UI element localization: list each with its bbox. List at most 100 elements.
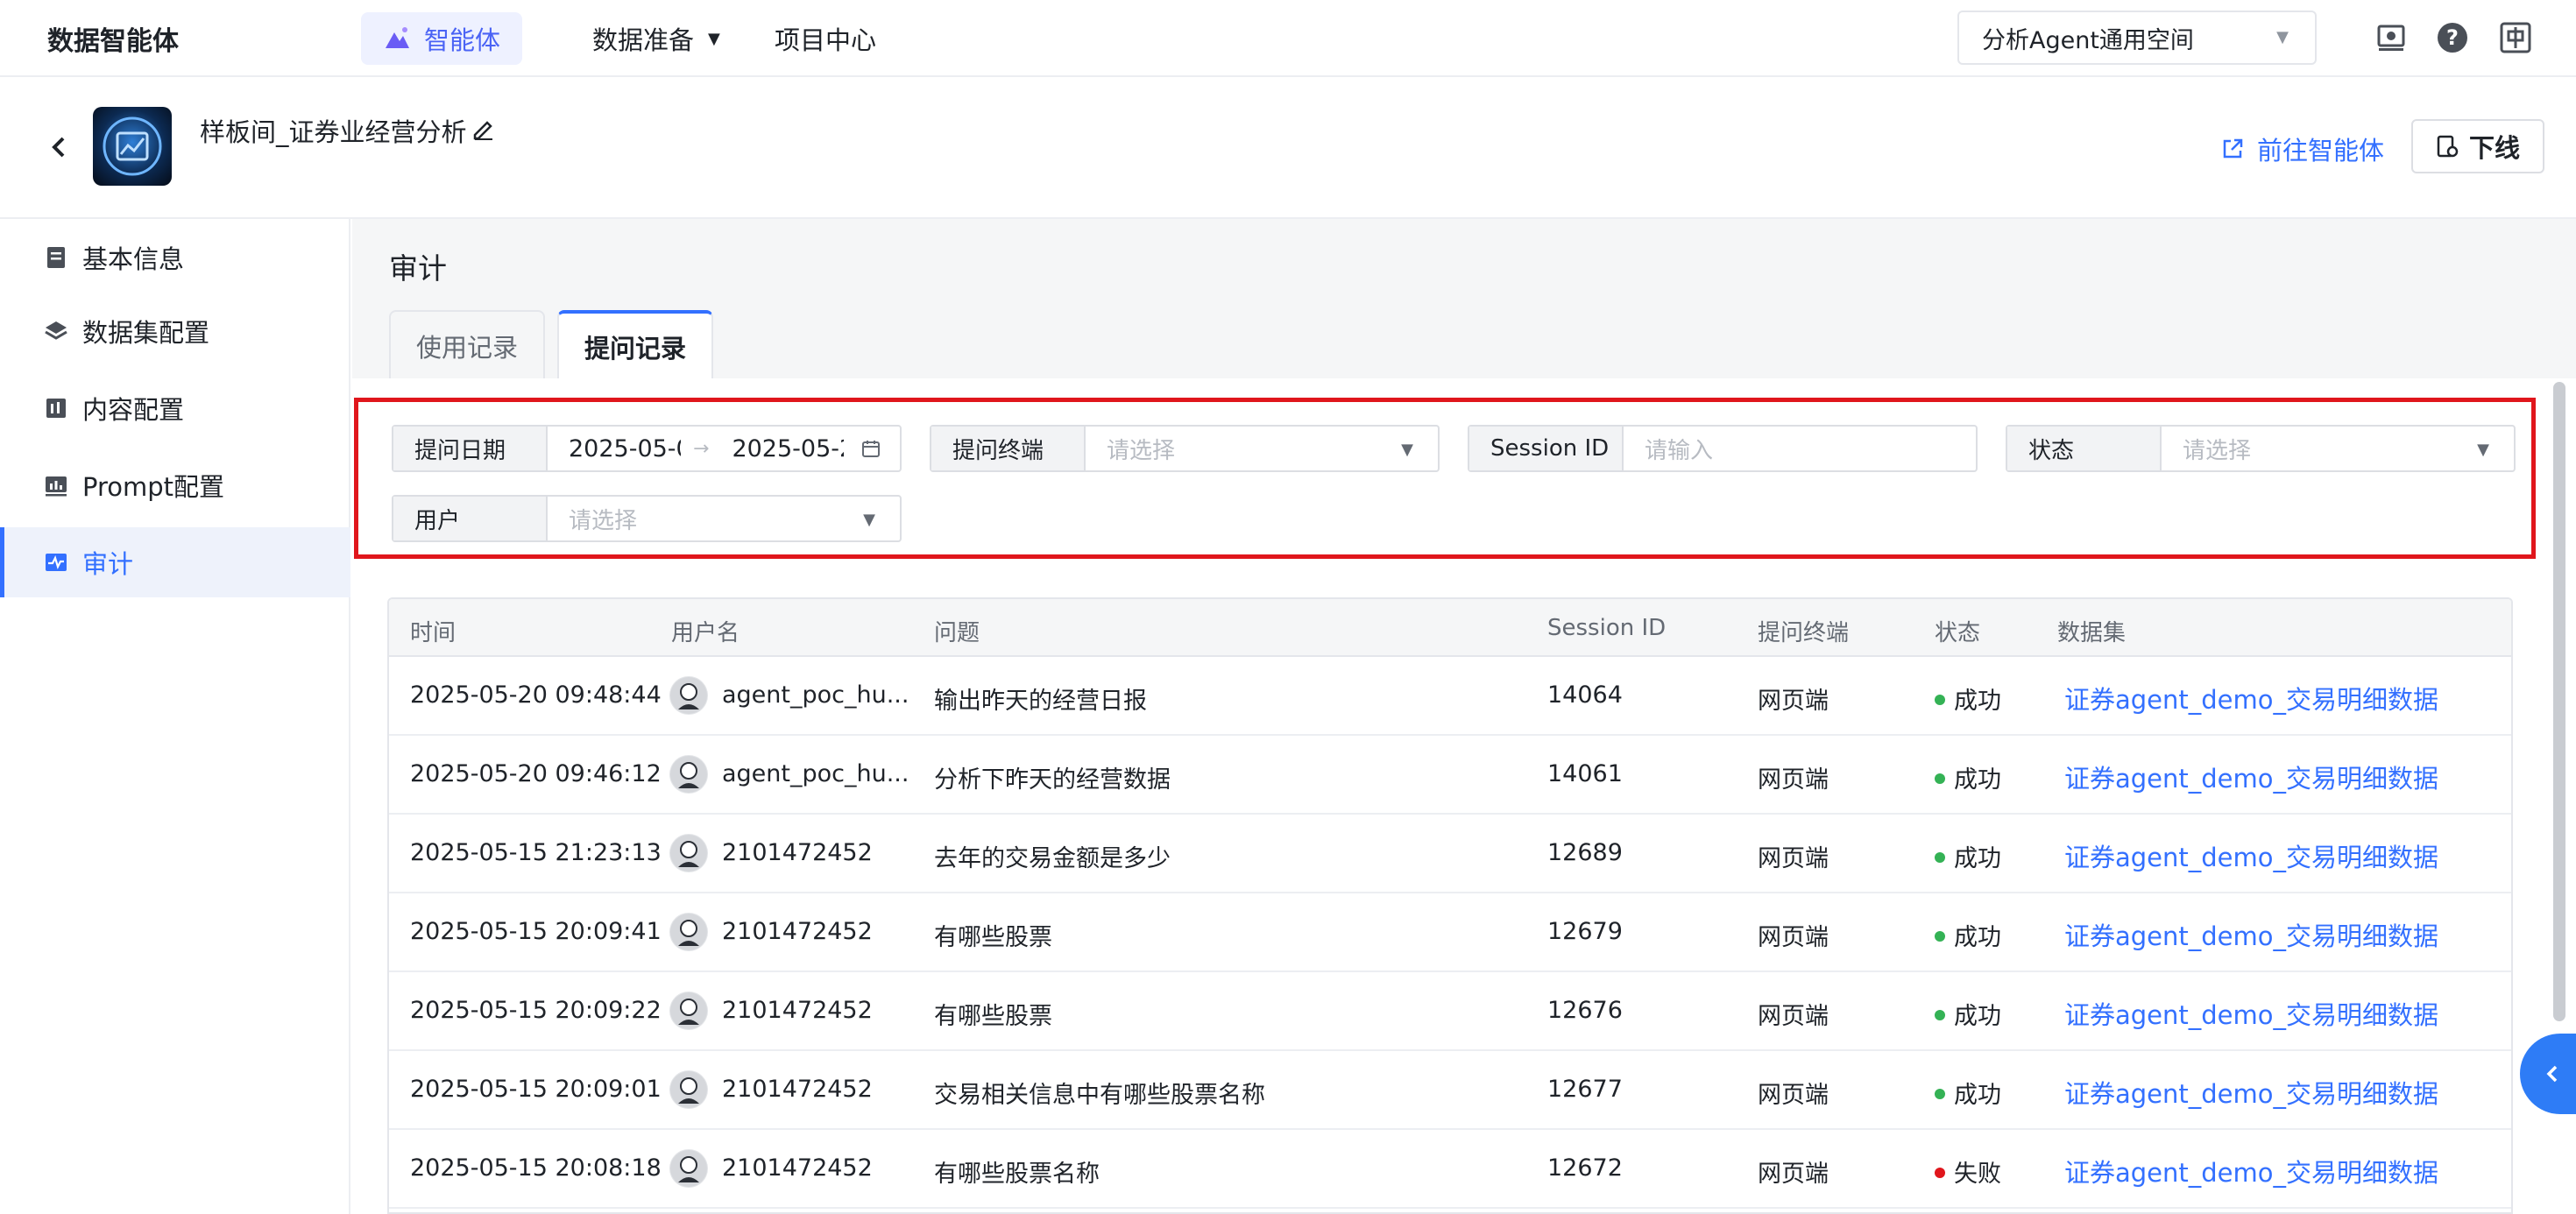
cell-username: agent_poc_hu... (722, 760, 909, 787)
sidebar-item-basic-info[interactable]: 基本信息 (0, 222, 350, 293)
table-row[interactable]: 2025-05-15 20:09:22 2101472452 有哪些股票 12676 网… (389, 972, 2511, 1051)
column-header-status: 状态 (1935, 620, 1981, 646)
chevron-down-icon: ▼ (863, 511, 875, 529)
cell-dataset-link[interactable]: 证券agent_demo_交易明细数据 (2064, 916, 2438, 953)
back-arrow-icon[interactable] (44, 128, 74, 166)
filter-label: 提问日期 (393, 427, 548, 470)
table-row[interactable]: 2025-05-15 20:09:41 2101472452 有哪些股票 12679 网… (389, 893, 2511, 972)
cell-time: 2025-05-15 20:09:22 (410, 997, 662, 1024)
user-filter[interactable]: 用户 请选择 ▼ (392, 495, 902, 542)
session-id-filter[interactable]: Session ID 请输入 (1468, 425, 1978, 472)
cell-status: 成功 (1935, 760, 2001, 794)
status-label: 失败 (1954, 1161, 2001, 1188)
sidebar-item-audit[interactable]: 审计 (0, 527, 350, 597)
layers-icon (45, 321, 67, 340)
chevron-left-icon (2546, 1065, 2558, 1083)
table-row[interactable]: 2025-05-20 09:48:44 agent_poc_hu... 输出昨天的经… (389, 657, 2511, 736)
tab-question-records[interactable]: 提问记录 (557, 310, 713, 380)
nav-data-prep[interactable]: 数据准备 ▼ (592, 12, 720, 65)
cell-question: 交易相关信息中有哪些股票名称 (934, 1082, 1265, 1109)
cell-dataset-link[interactable]: 证券agent_demo_交易明细数据 (2064, 837, 2438, 874)
status-filter[interactable]: 状态 请选择 ▼ (2006, 425, 2516, 472)
filter-label: 提问终端 (931, 427, 1086, 470)
cell-question: 有哪些股票名称 (934, 1161, 1100, 1188)
status-label: 成功 (1954, 845, 2001, 872)
document-icon (47, 247, 65, 268)
end-date[interactable]: 2025-05-2 (732, 435, 844, 462)
cell-dataset-link[interactable]: 证券agent_demo_交易明细数据 (2064, 680, 2438, 716)
space-select[interactable]: 分析Agent通用空间 ▼ (1957, 11, 2317, 65)
table-row[interactable]: 2025-05-15 20:08:18 2101472452 有哪些股票名称 1267… (389, 1130, 2511, 1209)
cell-status: 成功 (1935, 918, 2001, 952)
cell-time: 2025-05-15 21:23:13 (410, 839, 662, 866)
chart-icon (46, 476, 67, 497)
table-row[interactable]: 2025-05-15 20:09:01 2101472452 交易相关信息中有哪些股… (389, 1051, 2511, 1130)
user-select[interactable]: 请选择 ▼ (548, 497, 900, 540)
cell-question: 有哪些股票 (934, 924, 1052, 951)
status-label: 成功 (1954, 1082, 2001, 1109)
cell-dataset-link[interactable]: 证券agent_demo_交易明细数据 (2064, 995, 2438, 1032)
table-header: 时间 用户名 问题 Session ID 提问终端 状态 数据集 (389, 599, 2511, 657)
sidebar-item-content-config[interactable]: 内容配置 (0, 373, 350, 443)
cell-terminal: 网页端 (1758, 924, 1829, 951)
tab-label: 使用记录 (415, 333, 518, 363)
cell-time: 2025-05-15 20:08:18 (410, 1154, 662, 1182)
status-label: 成功 (1954, 1003, 2001, 1030)
cell-question: 输出昨天的经营日报 (934, 688, 1147, 715)
screen-icon[interactable] (2374, 21, 2408, 54)
chevron-down-icon: ▼ (2276, 28, 2289, 46)
cell-dataset-link[interactable]: 证券agent_demo_交易明细数据 (2064, 1153, 2438, 1189)
filter-label: 状态 (2007, 427, 2162, 470)
cell-session-id: 12677 (1547, 1076, 1623, 1103)
goto-agent-link[interactable]: 前往智能体 (2220, 130, 2384, 168)
table-row[interactable]: 2025-05-20 09:46:12 agent_poc_hu... 分析下昨天的… (389, 736, 2511, 815)
cell-terminal: 网页端 (1758, 1082, 1829, 1109)
status-dot-icon (1935, 1009, 1945, 1020)
cell-terminal: 网页端 (1758, 766, 1829, 794)
chevron-down-icon: ▼ (2477, 441, 2489, 459)
column-header-question: 问题 (934, 620, 980, 646)
language-icon[interactable] (2499, 21, 2532, 54)
cell-dataset-link[interactable]: 证券agent_demo_交易明细数据 (2064, 1074, 2438, 1111)
input-placeholder: 请输入 (1645, 437, 1714, 464)
section-title: 审计 (389, 251, 447, 286)
cell-session-id: 12689 (1547, 839, 1623, 866)
vertical-scrollbar[interactable] (2553, 382, 2565, 1021)
select-placeholder: 请选择 (569, 507, 638, 534)
session-id-input[interactable]: 请输入 (1624, 427, 1976, 470)
date-range-filter[interactable]: 提问日期 2025-05-0 → 2025-05-2 (392, 425, 902, 472)
content-icon (46, 399, 66, 418)
sidebar-item-dataset-config[interactable]: 数据集配置 (0, 296, 350, 366)
nav-agent[interactable]: 智能体 (361, 12, 522, 65)
brand-title: 数据智能体 (47, 26, 179, 57)
cell-terminal: 网页端 (1758, 688, 1829, 715)
edit-icon[interactable] (470, 116, 496, 142)
tab-usage-records[interactable]: 使用记录 (389, 310, 545, 380)
terminal-filter[interactable]: 提问终端 请选择 ▼ (930, 425, 1440, 472)
top-navigation-bar: 数据智能体 智能体 数据准备 ▼ 项目中心 分析Agent通用空间 ▼ ? (0, 0, 2576, 77)
sidebar-item-prompt-config[interactable]: Prompt配置 (0, 450, 350, 520)
nav-project-center[interactable]: 项目中心 (775, 12, 876, 65)
cell-dataset-link[interactable]: 证券agent_demo_交易明细数据 (2064, 759, 2438, 795)
cell-session-id: 14064 (1547, 681, 1623, 709)
select-placeholder: 请选择 (2183, 437, 2252, 464)
status-dot-icon (1935, 1088, 1945, 1099)
terminal-select[interactable]: 请选择 ▼ (1086, 427, 1438, 470)
offline-button[interactable]: 下线 (2411, 119, 2544, 173)
help-icon[interactable]: ? (2436, 21, 2469, 54)
status-select[interactable]: 请选择 ▼ (2162, 427, 2514, 470)
start-date[interactable]: 2025-05-0 (569, 435, 681, 462)
offline-icon (2437, 135, 2459, 158)
cell-status: 失败 (1935, 1154, 2001, 1189)
status-label: 成功 (1954, 688, 2001, 715)
cell-time: 2025-05-15 20:09:41 (410, 918, 662, 945)
agent-avatar (93, 107, 172, 186)
column-header-dataset: 数据集 (2057, 620, 2127, 646)
date-range-input[interactable]: 2025-05-0 → 2025-05-2 (548, 427, 900, 470)
column-header-time: 时间 (410, 620, 456, 646)
cell-username: agent_poc_hu... (722, 681, 909, 709)
table-row[interactable]: 2025-05-15 21:23:13 2101472452 去年的交易金额是多少 1… (389, 815, 2511, 893)
nav-project-label: 项目中心 (775, 25, 877, 55)
user-avatar (669, 913, 708, 951)
cell-session-id: 14061 (1547, 760, 1623, 787)
